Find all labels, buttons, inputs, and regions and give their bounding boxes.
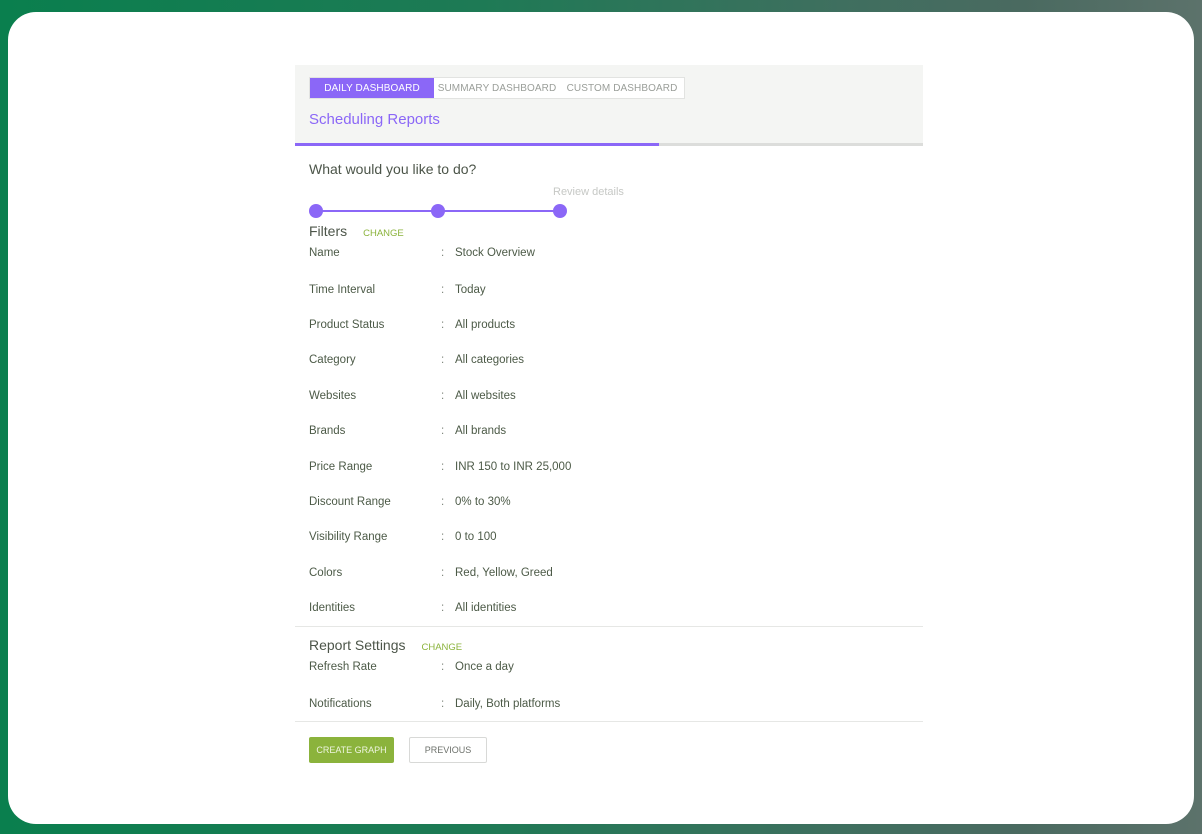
progress-bar	[295, 143, 923, 146]
step-dot-3[interactable]	[553, 204, 567, 218]
wizard-body: What would you like to do? Review detail…	[295, 161, 923, 764]
separator: :	[441, 660, 445, 673]
page-title: Scheduling Reports	[309, 111, 440, 128]
progress-bar-fill	[295, 143, 660, 146]
filter-row-brands: Brands : All brands	[309, 414, 923, 449]
filter-key: Colors	[309, 566, 343, 579]
filter-key: Discount Range	[309, 496, 391, 509]
filter-value: All brands	[455, 425, 507, 438]
filter-value: All categories	[455, 354, 525, 367]
separator: :	[441, 602, 445, 615]
setting-value: Once a day	[455, 660, 514, 673]
report-settings-header: Report Settings CHANGE	[309, 637, 923, 661]
scheduling-reports-panel: DAILY DASHBOARD SUMMARY DASHBOARD CUSTOM…	[295, 65, 923, 764]
filter-row-colors: Colors : Red, Yellow, Greed	[309, 555, 923, 590]
step-connector	[316, 210, 438, 212]
filter-value: 0 to 100	[455, 531, 497, 544]
setting-row-refresh-rate: Refresh Rate : Once a day	[309, 661, 923, 686]
previous-button[interactable]: PREVIOUS	[409, 737, 487, 764]
filters-header: Filters CHANGE	[309, 223, 923, 247]
filter-key: Brands	[309, 425, 346, 438]
separator: :	[441, 389, 445, 402]
section-divider	[295, 721, 923, 723]
change-report-settings-link[interactable]: CHANGE	[422, 642, 463, 653]
filter-key: Time Interval	[309, 283, 376, 296]
separator: :	[441, 425, 445, 438]
tab-custom-dashboard[interactable]: CUSTOM DASHBOARD	[560, 78, 684, 98]
filter-key: Name	[309, 247, 340, 259]
dashboard-tabs: DAILY DASHBOARD SUMMARY DASHBOARD CUSTOM…	[309, 77, 685, 99]
setting-key: Refresh Rate	[309, 660, 377, 673]
separator: :	[441, 283, 445, 296]
filter-row-name: Name : Stock Overview	[309, 247, 923, 272]
filter-value: Today	[455, 283, 486, 296]
section-divider	[295, 625, 923, 627]
filters-list: Name : Stock Overview Time Interval : To…	[309, 247, 923, 626]
separator: :	[441, 496, 445, 509]
step-dot-2[interactable]	[431, 204, 445, 218]
filter-row-websites: Websites : All websites	[309, 378, 923, 413]
filter-value: All products	[455, 319, 516, 332]
filter-key: Visibility Range	[309, 531, 388, 544]
separator: :	[441, 531, 445, 544]
filter-row-time-interval: Time Interval : Today	[309, 272, 923, 307]
filter-value: Stock Overview	[455, 247, 535, 259]
separator: :	[441, 354, 445, 367]
filters-title: Filters	[309, 223, 348, 239]
filter-value: All websites	[455, 389, 516, 402]
filter-key: Websites	[309, 389, 357, 402]
report-settings-list: Refresh Rate : Once a day Notifications …	[309, 661, 923, 721]
separator: :	[441, 247, 445, 259]
separator: :	[441, 697, 445, 710]
stepper: Review details	[309, 183, 923, 223]
panel-header: DAILY DASHBOARD SUMMARY DASHBOARD CUSTOM…	[295, 65, 923, 143]
filter-value: INR 150 to INR 25,000	[455, 460, 572, 473]
step-dot-1[interactable]	[309, 204, 323, 218]
setting-value: Daily, Both platforms	[455, 697, 561, 710]
step-label-review-details: Review details	[553, 186, 624, 198]
setting-row-notifications: Notifications : Daily, Both platforms	[309, 686, 923, 721]
filter-row-identities: Identities : All identities	[309, 591, 923, 626]
action-bar: CREATE GRAPH PREVIOUS	[309, 737, 923, 764]
step-connector	[438, 210, 560, 212]
filter-row-visibility-range: Visibility Range : 0 to 100	[309, 520, 923, 555]
filter-value: All identities	[455, 602, 517, 615]
filter-row-category: Category : All categories	[309, 343, 923, 378]
question-heading: What would you like to do?	[309, 161, 477, 177]
filter-key: Product Status	[309, 319, 385, 332]
separator: :	[441, 319, 445, 332]
filter-value: Red, Yellow, Greed	[455, 566, 553, 579]
filter-row-product-status: Product Status : All products	[309, 307, 923, 342]
tab-daily-dashboard[interactable]: DAILY DASHBOARD	[310, 78, 434, 98]
window-card: DAILY DASHBOARD SUMMARY DASHBOARD CUSTOM…	[8, 12, 1194, 824]
filter-row-discount-range: Discount Range : 0% to 30%	[309, 484, 923, 519]
filter-key: Category	[309, 354, 356, 367]
tab-summary-dashboard[interactable]: SUMMARY DASHBOARD	[434, 78, 560, 98]
filter-key: Price Range	[309, 460, 373, 473]
report-settings-title: Report Settings	[309, 636, 406, 653]
setting-key: Notifications	[309, 697, 372, 710]
change-filters-link[interactable]: CHANGE	[363, 228, 404, 239]
filter-row-price-range: Price Range : INR 150 to INR 25,000	[309, 449, 923, 484]
separator: :	[441, 460, 445, 473]
separator: :	[441, 566, 445, 579]
filter-key: Identities	[309, 602, 356, 615]
filter-value: 0% to 30%	[455, 496, 511, 509]
create-graph-button[interactable]: CREATE GRAPH	[309, 737, 394, 764]
